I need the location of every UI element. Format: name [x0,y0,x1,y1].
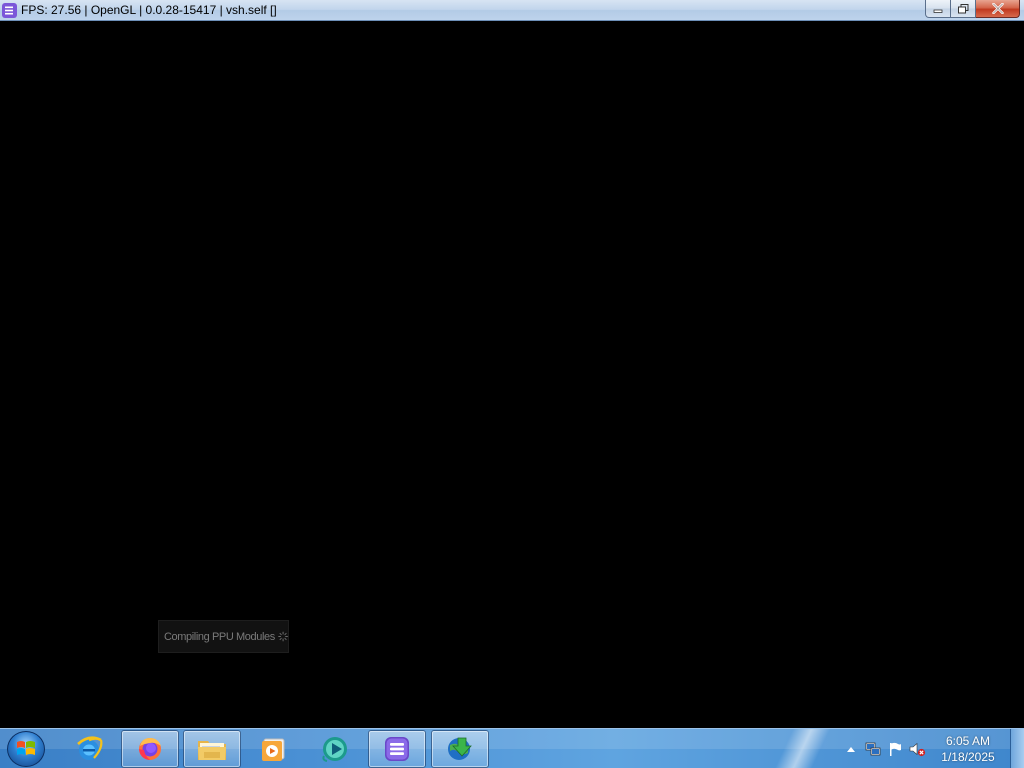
clock[interactable]: 6:05 AM 1/18/2025 [928,733,1008,765]
rpcs3-icon [385,737,409,761]
firefox-icon [139,738,161,760]
taskbar: 6:05 AM 1/18/2025 [0,728,1024,768]
rpcs3-icon[interactable] [2,3,17,18]
compiling-toast: Compiling PPU Modules [158,620,289,653]
taskbar-item-media-app[interactable] [306,730,364,768]
internet-explorer-icon [77,736,103,760]
render-viewport [0,22,1024,728]
toast-text: Compiling PPU Modules [164,630,275,643]
window-controls [925,0,1020,18]
folder-icon [198,741,226,760]
play-globe-icon [322,737,347,762]
window-titlebar[interactable]: FPS: 27.56 | OpenGL | 0.0.28-15417 | vsh… [0,0,1024,21]
system-tray: 6:05 AM 1/18/2025 [840,729,1024,768]
show-hidden-icons-button[interactable] [840,738,862,760]
clock-time: 6:05 AM [945,734,991,748]
network-button[interactable] [862,738,884,760]
start-button[interactable] [7,731,45,767]
restore-icon [957,3,968,13]
minimize-button[interactable] [925,0,951,18]
window-title: FPS: 27.56 | OpenGL | 0.0.28-15417 | vsh… [21,3,277,17]
show-desktop-button[interactable] [1010,729,1024,768]
action-center-button[interactable] [884,738,906,760]
taskbar-item-file-explorer[interactable] [183,730,241,768]
volume-button[interactable] [906,738,928,760]
clock-date: 1/18/2025 [941,750,995,764]
taskbar-item-media-player[interactable] [244,730,302,768]
restore-button[interactable] [951,0,976,18]
action-center-flag-icon [890,742,901,756]
windows-logo-icon [17,741,35,755]
taskbar-item-rpcs3[interactable] [368,730,426,768]
download-globe-icon [448,737,472,760]
taskbar-streak [770,729,830,768]
network-icon [865,742,881,756]
taskbar-item-download-manager[interactable] [431,730,489,768]
taskbar-item-firefox[interactable] [121,730,179,768]
taskbar-item-internet-explorer[interactable] [60,730,118,768]
media-player-icon [262,738,285,761]
show-hidden-icons-arrow [847,747,855,752]
minimize-icon [933,9,943,13]
spinner-icon [278,631,288,642]
volume-muted-icon [909,742,926,757]
close-button[interactable] [976,0,1020,18]
close-icon [991,3,1004,14]
